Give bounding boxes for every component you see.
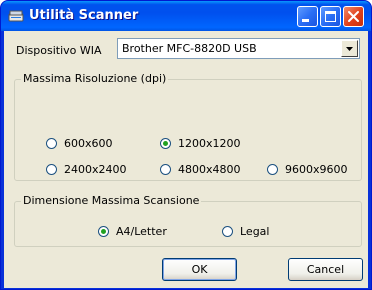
window-title: Utilità Scanner [29,8,139,23]
device-label: Dispositivo WIA [16,44,102,57]
maximize-icon [325,11,336,22]
radio-button[interactable] [160,164,171,175]
radio-label: 2400x2400 [64,163,127,176]
cancel-button[interactable]: Cancel [288,258,363,281]
radio-label: 4800x4800 [178,163,241,176]
scan-size-group-title: Dimensione Massima Scansione [21,194,202,207]
close-button[interactable] [343,6,364,27]
radio-button[interactable] [46,164,57,175]
device-select-value: Brother MFC-8820D USB [122,42,257,55]
radio-button[interactable] [98,226,109,237]
radio-button[interactable] [46,138,57,149]
radio-label: A4/Letter [116,225,167,238]
ok-button[interactable]: OK [162,258,237,281]
radio-label: 600x600 [64,137,113,150]
chevron-down-icon [346,47,353,51]
device-select[interactable]: Brother MFC-8820D USB [117,38,360,59]
radio-label: 1200x1200 [178,137,241,150]
radio-button[interactable] [267,164,278,175]
minimize-icon [302,19,309,22]
title-bar[interactable]: Utilità Scanner [1,1,371,31]
radio-label: Legal [240,225,270,238]
scanner-icon [8,10,24,22]
radio-button[interactable] [222,226,233,237]
maximize-button[interactable] [320,6,341,27]
minimize-button[interactable] [297,6,318,27]
radio-label: 9600x9600 [285,163,348,176]
resolution-group-title: Massima Risoluzione (dpi) [21,72,169,85]
radio-button[interactable] [160,138,171,149]
close-icon [348,11,359,22]
scan-size-group: Dimensione Massima Scansione [14,194,362,247]
device-select-dropdown-button[interactable] [341,40,358,57]
